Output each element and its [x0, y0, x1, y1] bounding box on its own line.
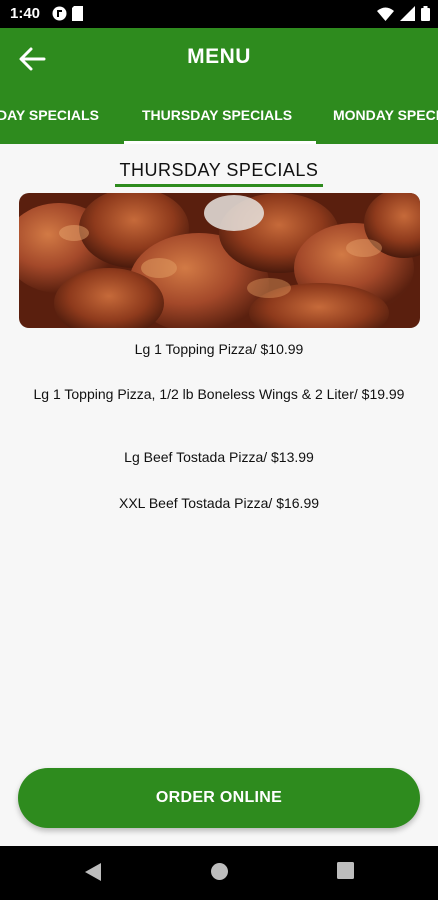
list-item: XXL Beef Tostada Pizza/ $16.99	[118, 495, 320, 511]
wings-illustration	[19, 193, 420, 328]
sim-card-icon	[72, 6, 83, 21]
home-circle-icon[interactable]	[210, 862, 229, 881]
order-online-button[interactable]: ORDER ONLINE	[18, 768, 420, 828]
back-triangle-icon[interactable]	[84, 862, 102, 882]
active-tab-indicator	[124, 141, 316, 144]
status-bar: 1:40	[0, 0, 438, 28]
list-item: Lg 1 Topping Pizza/ $10.99	[134, 341, 304, 357]
navigation-bar	[0, 846, 438, 900]
hero-image-chicken-wings	[19, 193, 420, 328]
battery-icon	[421, 6, 430, 21]
list-item: Lg 1 Topping Pizza, 1/2 lb Boneless Wing…	[33, 386, 405, 402]
list-item: Lg Beef Tostada Pizza/ $13.99	[124, 449, 314, 465]
section-title: THURSDAY SPECIALS	[119, 160, 319, 180]
tab-bar: DAY SPECIALS THURSDAY SPECIALS MONDAY SP…	[0, 90, 438, 144]
page-title: MENU	[187, 45, 251, 68]
wifi-icon	[377, 7, 394, 21]
tab-thursday-specials[interactable]: THURSDAY SPECIALS	[142, 90, 292, 144]
signal-icon	[400, 6, 415, 21]
tab-day-specials[interactable]: DAY SPECIALS	[0, 90, 99, 144]
app-bar: MENU	[0, 28, 438, 90]
status-time: 1:40	[10, 5, 41, 22]
notification-app-icon	[52, 6, 67, 21]
tab-monday-specials[interactable]: MONDAY SPECIALS	[333, 90, 438, 144]
section-title-underline	[115, 184, 323, 187]
recents-square-icon[interactable]	[337, 862, 354, 879]
